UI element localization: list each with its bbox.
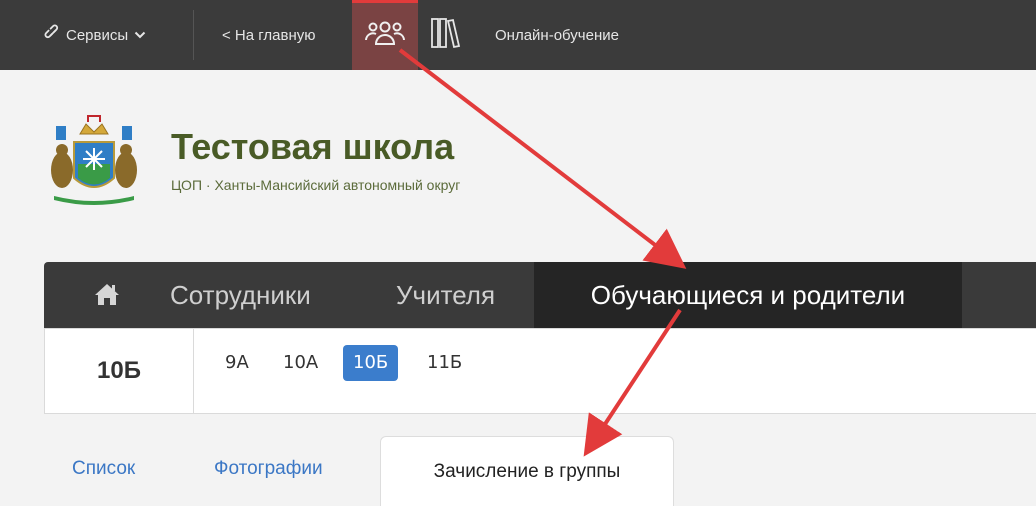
people-button[interactable]	[352, 0, 418, 70]
library-icon	[430, 16, 462, 55]
class-option-active[interactable]: 10Б	[343, 345, 399, 381]
annotation-arrows	[398, 48, 687, 457]
tab-staff[interactable]: Сотрудники	[170, 262, 311, 328]
tab-students-parents[interactable]: Обучающиеся и родители	[534, 262, 962, 328]
services-menu[interactable]: Сервисы	[44, 0, 146, 70]
chevron-down-icon	[134, 27, 146, 43]
class-selector: 10Б 9А 10А 10Б 11Б	[44, 328, 1036, 414]
home-link[interactable]: < На главную	[222, 0, 316, 70]
tab-teachers[interactable]: Учителя	[396, 262, 495, 328]
school-title: Тестовая школа	[171, 126, 455, 167]
top-bar: Сервисы < На главную Онлайн-обучение	[0, 0, 1036, 70]
class-option[interactable]: 9А	[215, 345, 259, 381]
main-nav: Сотрудники Учителя Обучающиеся и родител…	[44, 262, 1036, 328]
people-icon	[365, 19, 405, 54]
school-subtitle: ЦОП · Ханты-Мансийский автономный округ	[171, 177, 461, 193]
class-option[interactable]: 11Б	[417, 345, 472, 381]
subtab-group-enrollment[interactable]: Зачисление в группы	[380, 436, 674, 506]
subtab-photos[interactable]: Фотографии	[214, 458, 323, 480]
current-class: 10Б	[45, 329, 194, 413]
class-option[interactable]: 10А	[273, 345, 328, 381]
divider	[193, 10, 194, 60]
subtab-list[interactable]: Список	[72, 458, 135, 480]
coat-of-arms	[48, 112, 140, 206]
library-button[interactable]	[426, 0, 466, 70]
home-icon[interactable]	[94, 282, 120, 311]
online-learning-link[interactable]: Онлайн-обучение	[495, 0, 619, 70]
services-label: Сервисы	[66, 26, 129, 44]
link-icon	[44, 24, 62, 46]
